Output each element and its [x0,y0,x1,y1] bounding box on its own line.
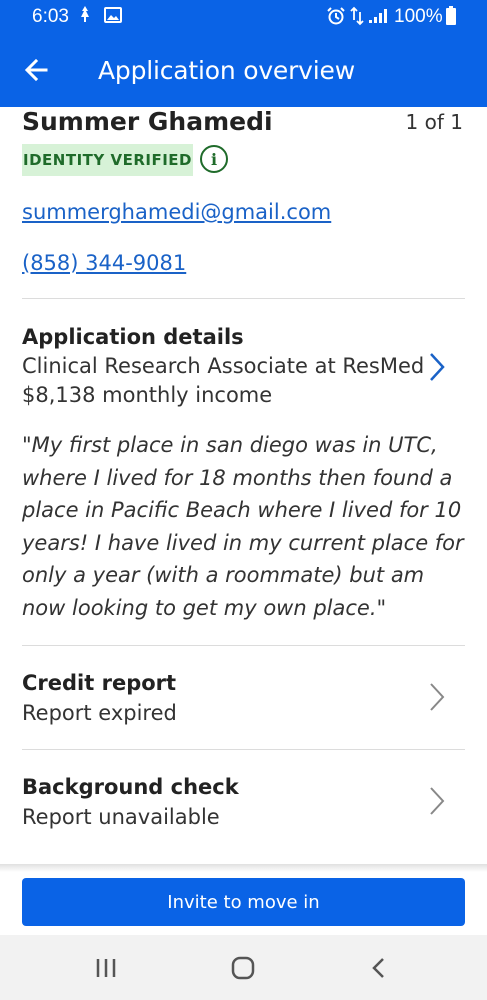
monthly-income: $8,138 monthly income [22,383,273,407]
home-icon[interactable] [223,953,263,983]
signal-icon [368,8,388,29]
divider [22,298,465,299]
background-check-status: Report unavailable [22,805,220,829]
content-area[interactable]: Summer Ghamedi 1 of 1 IDENTITY VERIFIED … [0,107,487,867]
chevron-right-icon[interactable] [424,781,450,821]
chevron-right-icon[interactable] [424,347,450,387]
image-icon [104,7,122,28]
data-icon [350,6,364,31]
chevron-right-icon[interactable] [424,677,450,717]
credit-report-row[interactable] [0,646,487,748]
alarm-icon [326,7,346,30]
background-check-row[interactable] [0,750,487,852]
back-button[interactable] [18,49,58,89]
job-title: Clinical Research Associate at ResMed [22,354,425,378]
battery-percent: 100% [394,6,443,27]
invite-to-move-in-button[interactable]: Invite to move in [22,878,465,926]
credit-report-title: Credit report [22,671,177,695]
applicant-quote: "My first place in san diego was in UTC,… [22,433,464,620]
system-nav-bar [0,935,487,1000]
back-arrow-icon [24,58,48,82]
email-link[interactable]: summerghamedi@gmail.com [22,200,331,224]
identity-verified-badge: IDENTITY VERIFIED [22,144,193,176]
pager: 1 of 1 [405,110,463,134]
applicant-name: Summer Ghamedi [22,107,273,136]
info-icon[interactable]: i [200,145,228,173]
credit-report-status: Report expired [22,701,177,725]
page-title: Application overview [98,56,355,85]
notification-icon [78,5,92,28]
application-details-title: Application details [22,325,244,349]
back-icon[interactable] [360,953,400,983]
battery-icon [446,6,456,25]
status-bar: 6:03 100% [0,0,487,33]
status-time: 6:03 [32,6,69,27]
recent-apps-icon[interactable] [86,953,126,983]
phone-link[interactable]: (858) 344-9081 [22,251,186,275]
background-check-title: Background check [22,775,239,799]
app-bar: Application overview [0,33,487,107]
footer-shadow [0,864,487,872]
